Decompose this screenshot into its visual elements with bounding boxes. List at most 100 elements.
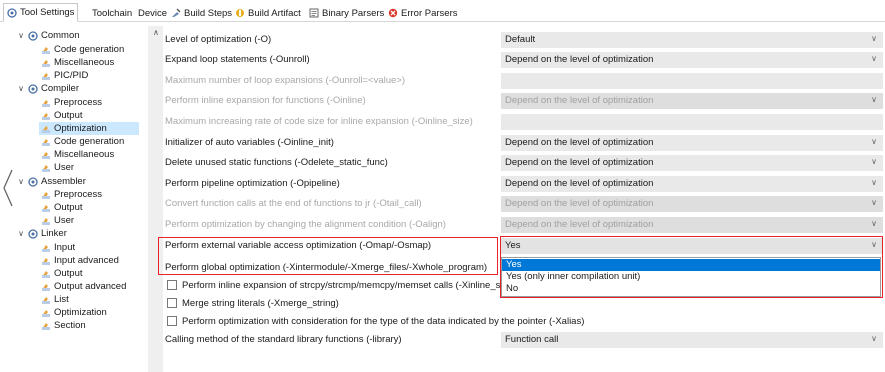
chevron-down-icon[interactable]: ∨ [17,229,25,239]
settings-page-icon [42,72,50,80]
tree-item-output-advanced[interactable]: Output advanced [41,280,126,293]
tree-item-section[interactable]: Section [41,319,86,332]
tree-item-user[interactable]: User [41,161,74,174]
inline-strcpy-checkbox[interactable] [167,280,177,290]
tree-node-assembler[interactable]: ∨ Assembler [17,175,86,188]
tree-item-input-advanced[interactable]: Input advanced [41,254,119,267]
chevron-up-icon[interactable]: ∧ [153,28,159,37]
alias-checkbox[interactable] [167,316,177,326]
dropdown-option-yes[interactable]: Yes [502,259,880,271]
tree-item-output[interactable]: Output [41,201,83,214]
setting-label: Initializer of auto variables (-Oinline_… [165,137,334,148]
chevron-down-icon: ∨ [871,198,877,207]
align-select: Depend on the level of optimization ∨ [501,217,883,233]
tree-item-preprocess[interactable]: Preprocess [41,188,102,201]
tab-label: Toolchain [92,7,133,19]
settings-page-icon [42,283,50,291]
tree-item-label: Miscellaneous [54,148,115,160]
chevron-left-icon[interactable] [1,168,15,208]
tree-item-code-generation[interactable]: Code generation [41,135,124,148]
tab-build-artifact[interactable]: Build Artifact [232,4,304,22]
tree-item-output[interactable]: Output [41,109,83,122]
tool-settings-icon [28,30,38,41]
tree-item-user[interactable]: User [41,214,74,227]
chevron-down-icon[interactable]: ∨ [17,84,25,94]
setting-row: Level of optimization (-O) Default ∨ [163,30,885,50]
tab-build-steps[interactable]: Build Steps [168,4,235,22]
tree-item-output[interactable]: Output [41,267,83,280]
pipeline-select[interactable]: Depend on the level of optimization ∨ [501,176,883,192]
tree-item-label: Miscellaneous [54,56,115,68]
inline-size-field [501,114,883,130]
chevron-down-icon[interactable]: ∨ [17,31,25,41]
settings-page-icon [42,270,50,278]
settings-page-icon [42,204,50,212]
setting-label: Perform pipeline optimization (-Opipelin… [165,178,340,189]
inline-expansion-select: Depend on the level of optimization ∨ [501,93,883,109]
chevron-down-icon: ∨ [871,54,877,63]
tree-item-label: List [54,293,69,305]
error-parsers-icon [388,8,398,18]
tree-item-label: Output advanced [54,280,127,292]
library-calling-select[interactable]: Function call ∨ [501,332,883,348]
properties-scrollbar[interactable] [151,26,163,372]
inline-init-select[interactable]: Depend on the level of optimization ∨ [501,135,883,151]
tree-item-label: Section [54,319,86,331]
setting-label: Expand loop statements (-Ounroll) [165,54,310,65]
tree-node-linker[interactable]: ∨ Linker [17,227,67,240]
tree-item-optimization-selected[interactable]: Optimization [39,122,139,135]
tree-item-code-generation[interactable]: Code generation [41,43,124,56]
select-value: Depend on the level of optimization [505,54,654,65]
tree-item-preprocess[interactable]: Preprocess [41,96,102,109]
tail-call-select: Depend on the level of optimization ∨ [501,196,883,212]
merge-string-checkbox[interactable] [167,298,177,308]
tool-settings-icon [28,176,38,187]
tree-item-miscellaneous[interactable]: Miscellaneous [41,148,114,161]
settings-page-icon [42,46,50,54]
tree-item-list[interactable]: List [41,293,69,306]
setting-row: Expand loop statements (-Ounroll) Depend… [163,50,885,70]
tab-toolchain[interactable]: Toolchain [89,4,135,22]
setting-row: Convert function calls at the end of fun… [163,194,885,214]
omap-osmap-select[interactable]: Yes ∨ [501,238,883,254]
delete-static-func-select[interactable]: Depend on the level of optimization ∨ [501,155,883,171]
chevron-down-icon: ∨ [871,95,877,104]
settings-page-icon [42,138,50,146]
tool-settings-icon [7,7,17,18]
tree-item-label: Output [54,201,83,213]
tree-item-miscellaneous[interactable]: Miscellaneous [41,56,114,69]
setting-label: Convert function calls at the end of fun… [165,198,422,209]
tree-item-label: Code generation [54,43,125,55]
select-value: Default [505,34,536,45]
tab-device[interactable]: Device [135,4,170,22]
tab-bar: Tool Settings Toolchain Device Build Ste… [0,0,885,22]
optimization-level-select[interactable]: Default ∨ [501,32,883,48]
setting-label: Calling method of the standard library f… [165,334,402,345]
tree-item-label: Optimization [54,122,107,134]
setting-label: Perform global optimization (-Xintermodu… [165,262,488,273]
tree-node-label: Compiler [41,82,80,94]
dropdown-option-yes-inner[interactable]: Yes (only inner compilation unit) [502,271,880,283]
settings-page-icon [42,244,50,252]
dropdown-option-no[interactable]: No [502,283,880,295]
select-value: Yes [505,240,521,251]
tab-tool-settings[interactable]: Tool Settings [3,3,79,22]
tree-item-label: PIC/PID [54,69,89,81]
tree-item-pic-pid[interactable]: PIC/PID [41,69,88,82]
tab-error-parsers[interactable]: Error Parsers [385,4,460,22]
expand-loop-select[interactable]: Depend on the level of optimization ∨ [501,52,883,68]
settings-page-icon [42,322,50,330]
tree-node-compiler[interactable]: ∨ Compiler [17,82,79,95]
tree-item-optimization[interactable]: Optimization [41,306,107,319]
select-value: Depend on the level of optimization [505,95,654,106]
chevron-down-icon: ∨ [871,240,877,249]
settings-page-icon [42,164,50,172]
tab-binary-parsers[interactable]: Binary Parsers [306,4,387,22]
setting-label: Maximum increasing rate of code size for… [165,116,473,127]
tree-node-common[interactable]: ∨ Common [17,29,80,42]
tree-item-label: Optimization [54,306,107,318]
tree-node-label: Linker [41,227,67,239]
chevron-down-icon[interactable]: ∨ [17,177,25,187]
tree-item-input[interactable]: Input [41,241,75,254]
setting-row: Initializer of auto variables (-Oinline_… [163,133,885,153]
